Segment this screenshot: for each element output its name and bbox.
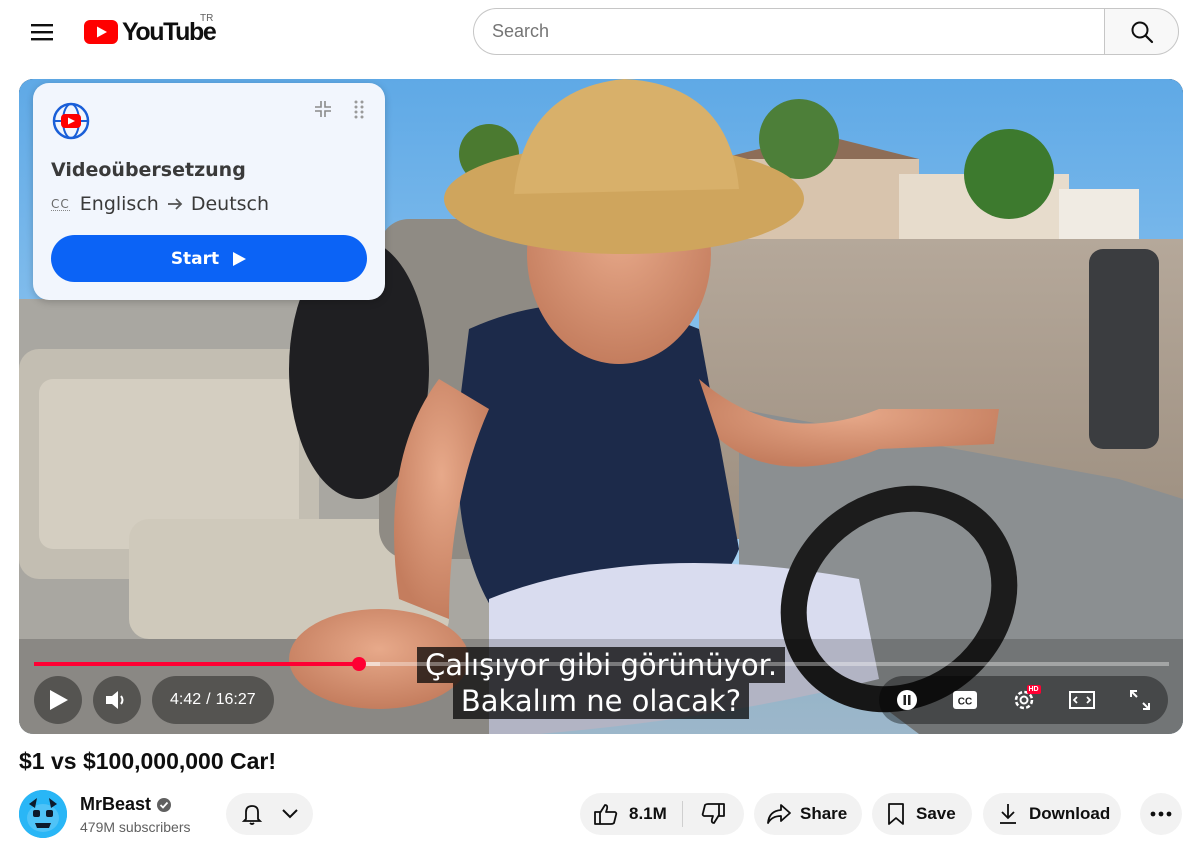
play-icon (233, 251, 247, 266)
subtitles-button[interactable]: CC (941, 676, 989, 724)
more-horizontal-icon (1150, 811, 1172, 817)
volume-button[interactable] (93, 676, 141, 724)
share-button[interactable]: Share (754, 793, 862, 835)
translation-title: Videoübersetzung (51, 159, 246, 181)
chevron-down-icon (282, 809, 298, 819)
share-label: Share (800, 804, 848, 823)
start-translation-button[interactable]: Start (51, 235, 367, 282)
channel-avatar[interactable] (19, 790, 67, 838)
drag-handle-icon[interactable] (353, 99, 365, 119)
like-button[interactable]: 8.1M (580, 793, 682, 835)
cc-label: CC (51, 196, 70, 211)
download-icon (1000, 804, 1016, 824)
channel-name-row: MrBeast (80, 794, 172, 815)
search-input[interactable] (473, 8, 1104, 55)
dislike-button[interactable] (683, 793, 743, 835)
search-bar (473, 8, 1179, 55)
share-icon (767, 804, 791, 824)
like-count: 8.1M (629, 804, 667, 823)
subscription-notifications-button[interactable] (226, 793, 313, 835)
subtitle-line-2: Bakalım ne olacak? (452, 683, 750, 719)
bookmark-icon (888, 803, 904, 825)
search-button[interactable] (1104, 8, 1179, 55)
progress-played (34, 662, 359, 666)
save-label: Save (916, 804, 956, 823)
verified-icon (157, 797, 172, 812)
video-translation-card: Videoübersetzung CC Englisch Deutsch Sta… (33, 83, 385, 300)
play-control (34, 676, 82, 724)
channel-name[interactable]: MrBeast (80, 794, 151, 815)
youtube-play-icon (84, 20, 118, 44)
start-label: Start (170, 248, 220, 269)
time-display: 4:42 / 16:27 (152, 676, 274, 724)
source-language: Englisch (79, 193, 159, 215)
language-pair: CC Englisch Deutsch (51, 193, 269, 215)
play-icon (50, 690, 68, 710)
autoplay-toggle[interactable] (883, 676, 931, 724)
fullscreen-button[interactable] (1116, 676, 1164, 724)
translate-globe-icon (52, 102, 90, 140)
mrbeast-logo-icon (19, 790, 67, 838)
collapse-icon[interactable] (313, 99, 333, 119)
settings-button[interactable]: HD (1000, 676, 1048, 724)
subscriber-count: 479M subscribers (80, 819, 191, 835)
time-separator: / (206, 691, 211, 708)
menu-button[interactable] (22, 14, 62, 50)
video-title: $1 vs $100,000,000 Car! (19, 748, 277, 774)
hd-badge: HD (1026, 685, 1041, 694)
arrow-right-icon (167, 198, 183, 210)
thumbs-up-icon (594, 804, 618, 825)
duration: 16:27 (215, 691, 256, 708)
volume-icon (106, 691, 124, 709)
download-button[interactable]: Download (983, 793, 1121, 835)
region-code: TR (200, 13, 214, 24)
like-dislike-group: 8.1M (580, 793, 744, 835)
play-button[interactable] (34, 676, 82, 724)
right-controls: CC HD (879, 676, 1168, 724)
progress-bar[interactable] (34, 657, 1169, 671)
bell-icon (241, 805, 263, 825)
closed-captions-icon: CC (953, 691, 978, 709)
theater-icon (1068, 691, 1095, 709)
youtube-logo[interactable]: YouTube (84, 14, 217, 50)
progress-scrubber[interactable] (351, 657, 366, 671)
more-actions-button[interactable] (1140, 793, 1182, 835)
pause-toggle-icon (897, 690, 917, 710)
hamburger-icon (31, 24, 53, 41)
svg-text:CC: CC (958, 697, 972, 708)
save-button[interactable]: Save (872, 793, 972, 835)
masthead: YouTube TR (0, 0, 1200, 64)
search-icon (1131, 21, 1153, 43)
target-language: Deutsch (190, 193, 270, 215)
volume-control (93, 676, 141, 724)
fullscreen-icon (1130, 690, 1150, 710)
download-label: Download (1029, 804, 1111, 823)
theater-mode-button[interactable] (1058, 676, 1106, 724)
current-time: 4:42 (170, 691, 202, 708)
thumbs-down-icon (701, 803, 725, 824)
